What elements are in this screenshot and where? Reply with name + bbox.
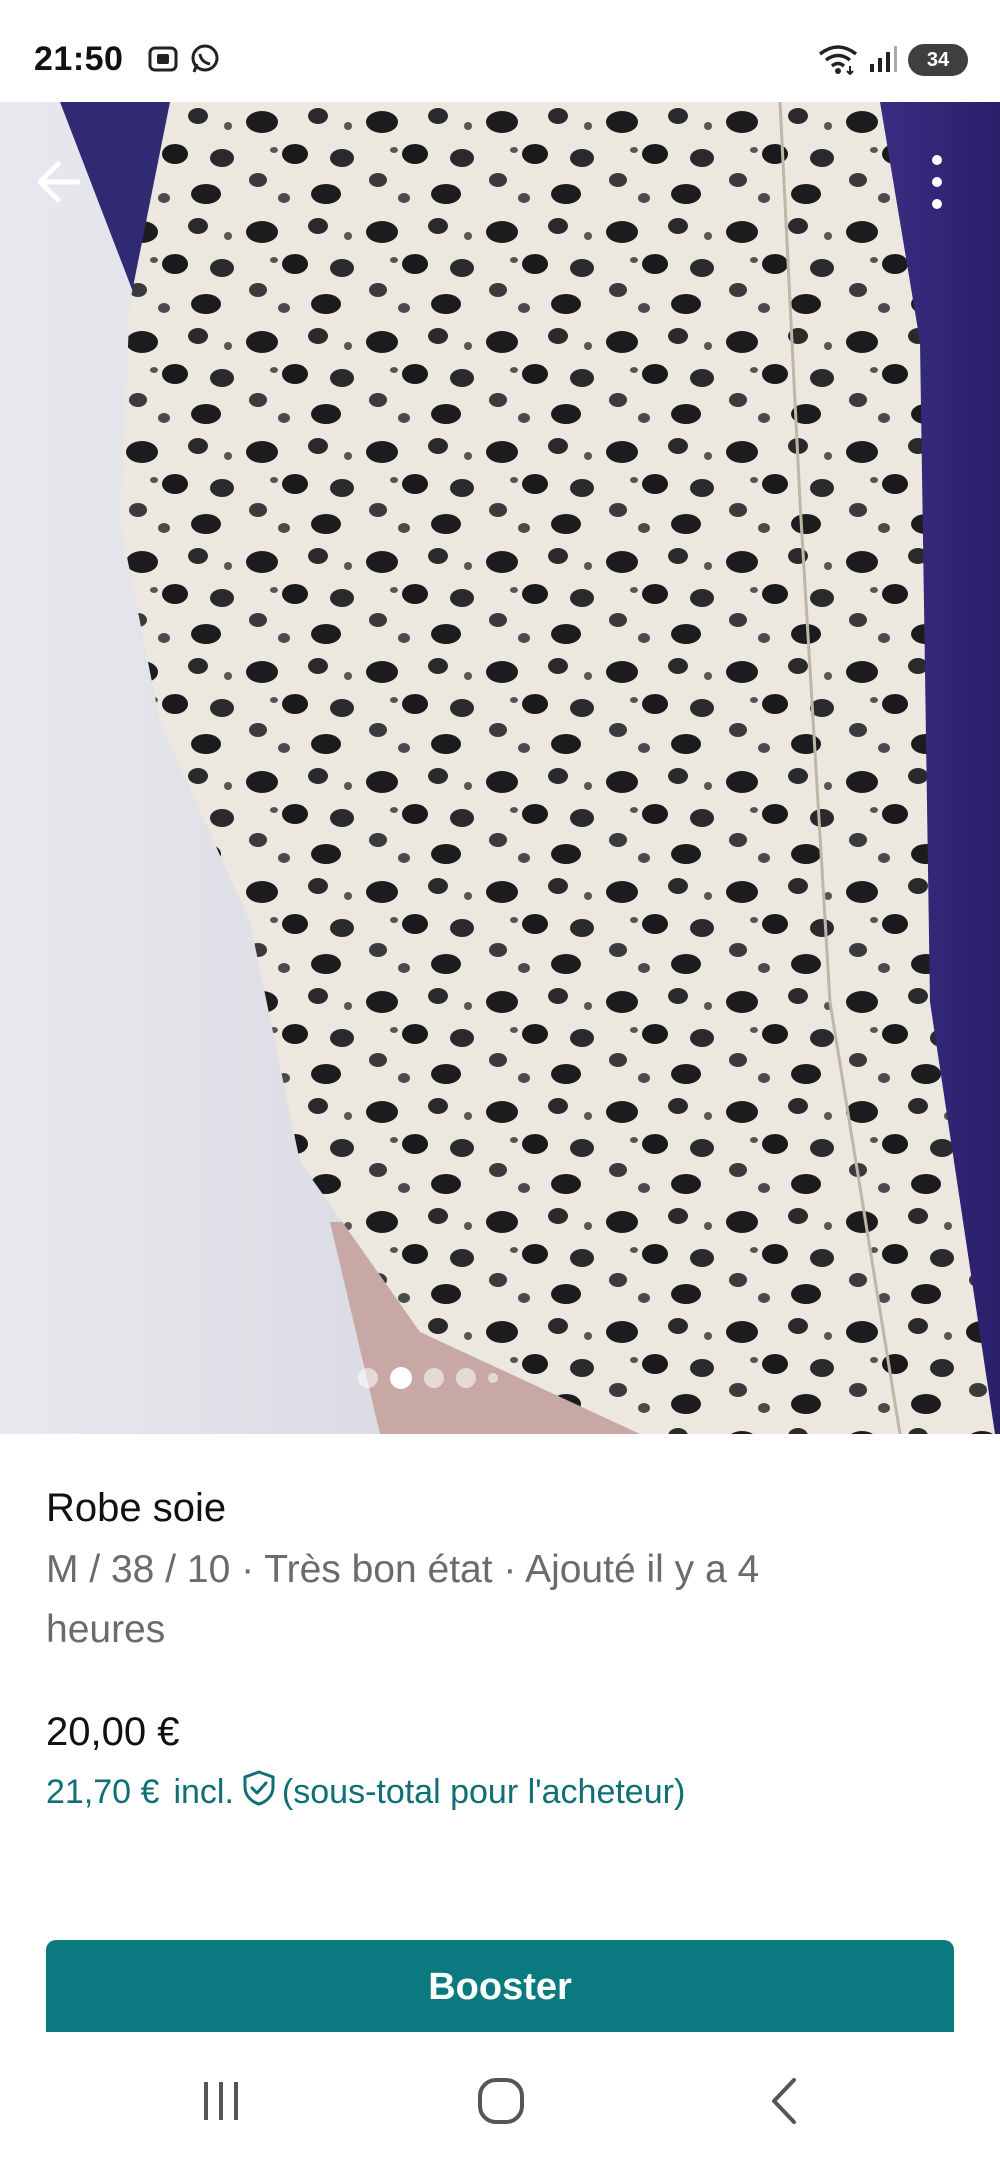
status-bar: 21:50 34 [0,0,1000,102]
buyer-incl: incl. [173,1773,234,1811]
photo-image [0,102,1000,1434]
buyer-price-line[interactable]: 21,70 € incl. (sous-total pour l'acheteu… [46,1770,685,1815]
buyer-note: (sous-total pour l'acheteur) [281,1773,686,1811]
buyer-price: 21,70 € [46,1773,160,1811]
more-options-icon[interactable] [910,148,964,216]
carousel-dot[interactable] [456,1368,476,1388]
back-arrow-icon[interactable] [28,150,92,214]
shield-check-icon [242,1770,276,1815]
product-photo[interactable] [0,102,1000,1434]
carousel-dot[interactable] [424,1368,444,1388]
listing-title: Robe soie [46,1486,227,1530]
battery-indicator: 34 [908,44,968,76]
screenshot-icon [146,42,180,81]
status-time: 21:50 [34,40,124,78]
wifi-icon [816,42,860,81]
listing-details: Robe soie M / 38 / 10 · Très bon état · … [46,1482,956,1660]
whatsapp-icon [188,42,222,81]
signal-icon [866,42,900,81]
listing-price: 20,00 € [46,1710,180,1754]
listing-meta-line1: M / 38 / 10 · Très bon état · Ajouté il … [46,1548,760,1591]
listing-meta: M / 38 / 10 · Très bon état · Ajouté il … [46,1540,956,1660]
back-nav-icon[interactable] [764,2074,804,2133]
booster-button[interactable]: Booster [46,1940,954,2032]
home-icon[interactable] [476,2074,526,2133]
listing-meta-line2: heures [46,1608,166,1651]
recent-apps-icon[interactable] [196,2078,246,2129]
carousel-dot-active[interactable] [390,1367,412,1389]
carousel-dot[interactable] [358,1368,378,1388]
carousel-indicator [0,1366,928,1390]
carousel-dot[interactable] [488,1373,498,1383]
